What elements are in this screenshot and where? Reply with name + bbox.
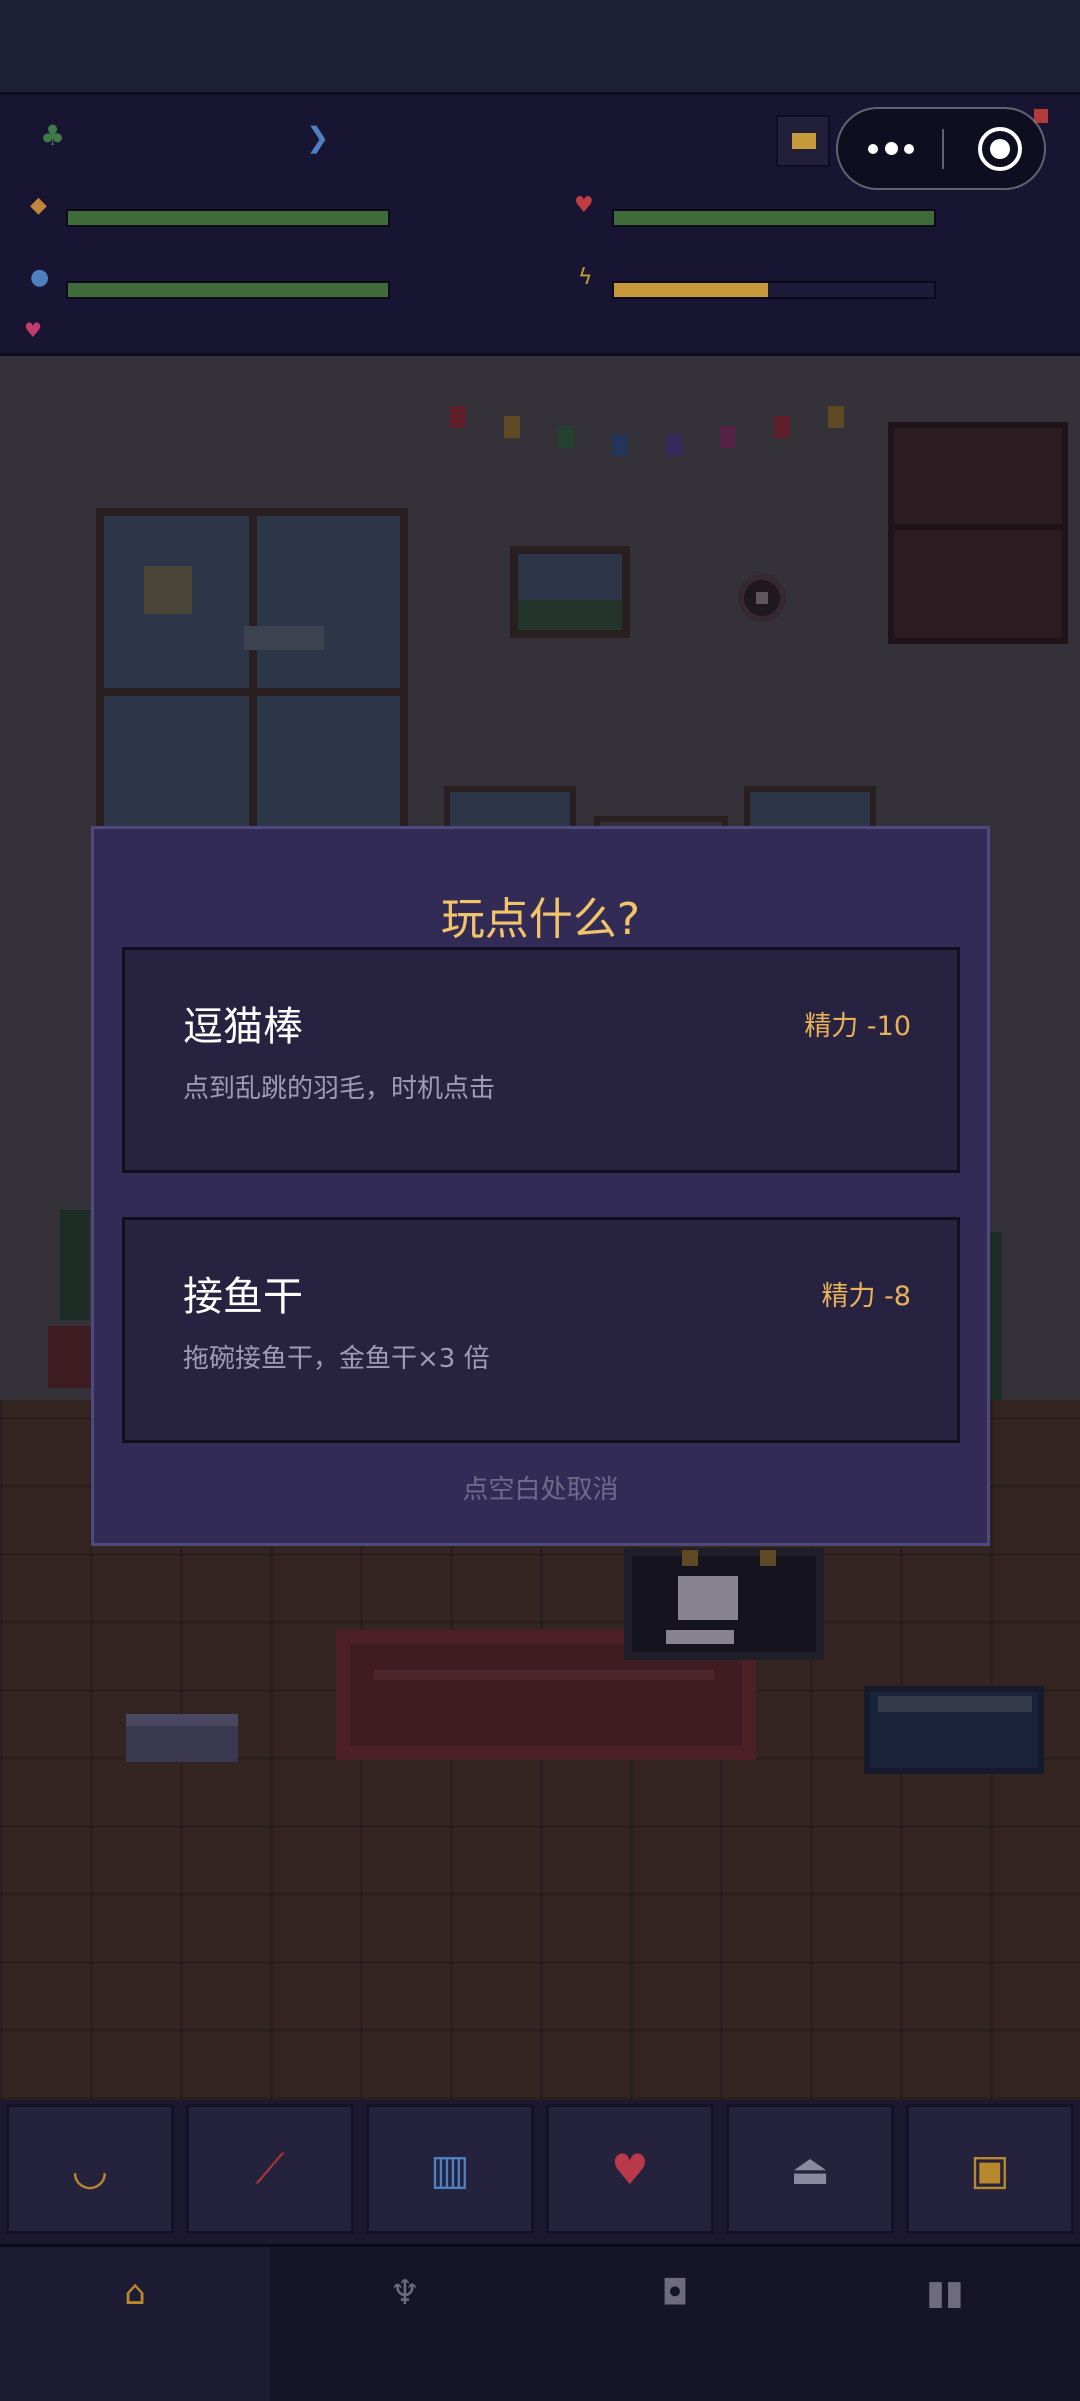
more-menu-button[interactable] — [838, 109, 942, 188]
option-feather-wand[interactable]: 逗猫棒 精力 -10 点到乱跳的羽毛，时机点击 — [122, 947, 960, 1173]
tab-achievements[interactable]: ♆ — [270, 2247, 540, 2401]
option-description: 拖碗接鱼干，金鱼干×3 倍 — [183, 1344, 490, 1374]
hydration-bar-fill — [68, 283, 388, 297]
option-energy-cost: 精力 -10 — [804, 1011, 911, 1042]
play-modal: 玩点什么? 逗猫棒 精力 -10 点到乱跳的羽毛，时机点击 接鱼干 精力 -8 … — [91, 826, 990, 1546]
option-title: 逗猫棒 — [183, 1004, 303, 1050]
miniprogram-capsule — [836, 107, 1046, 190]
play-button[interactable]: ⟋ — [186, 2104, 354, 2234]
bag-icon: ▣ — [970, 2144, 1010, 2194]
wand-toy-icon: ⟋ — [255, 2144, 285, 2193]
option-energy-cost: 精力 -8 — [821, 1281, 911, 1312]
hydration-bar — [66, 281, 390, 299]
cookie-icon: ◆ — [30, 193, 47, 218]
fish-icon: ❯ — [306, 121, 330, 154]
plant-icon: ♣ — [40, 119, 66, 152]
cat-bed-icon: ⏏ — [790, 2144, 830, 2194]
affection-bar — [612, 209, 936, 227]
lightning-icon: ϟ — [578, 265, 593, 290]
water-drop-icon: ● — [30, 265, 50, 290]
heart-icon: ♥ — [611, 2144, 649, 2194]
energy-bar-fill — [614, 283, 768, 297]
option-description: 点到乱跳的羽毛，时机点击 — [183, 1074, 496, 1104]
cancel-hint: 点空白处取消 — [462, 1475, 619, 1505]
satiety-bar — [66, 209, 390, 227]
pet-button[interactable]: ♥ — [546, 2104, 714, 2234]
close-miniprogram-button[interactable] — [944, 109, 1044, 188]
bag-button[interactable]: ▣ — [906, 2104, 1074, 2234]
satiety-bar-fill — [68, 211, 388, 225]
book-icon: ▮▮ — [926, 2273, 964, 2313]
radio-icon[interactable] — [776, 115, 830, 167]
energy-bar — [612, 281, 936, 299]
option-title: 接鱼干 — [183, 1274, 303, 1320]
option-catch-fish[interactable]: 接鱼干 精力 -8 拖碗接鱼干，金鱼干×3 倍 — [122, 1217, 960, 1443]
affection-bar-fill — [614, 211, 934, 225]
modal-title: 玩点什么? — [440, 894, 641, 945]
tab-backpack[interactable]: ◘ — [540, 2247, 810, 2401]
heart-icon: ♥ — [574, 193, 594, 218]
food-bowl-icon: ◡ — [71, 2144, 109, 2194]
target-icon — [978, 127, 1022, 171]
backpack-icon: ◘ — [661, 2273, 689, 2313]
trophy-icon: ♆ — [389, 2273, 421, 2313]
small-heart-icon: ♥ — [24, 318, 42, 342]
home-icon: ⌂ — [124, 2273, 146, 2313]
bottom-tab-bar: ⌂ ♆ ◘ ▮▮ — [0, 2244, 1080, 2401]
bed-button[interactable]: ⏏ — [726, 2104, 894, 2234]
feed-button[interactable]: ◡ — [6, 2104, 174, 2234]
tab-book[interactable]: ▮▮ — [810, 2247, 1080, 2401]
status-bar — [0, 0, 1080, 92]
tab-home[interactable]: ⌂ — [0, 2247, 270, 2401]
comb-icon: ▥ — [430, 2144, 470, 2194]
groom-button[interactable]: ▥ — [366, 2104, 534, 2234]
